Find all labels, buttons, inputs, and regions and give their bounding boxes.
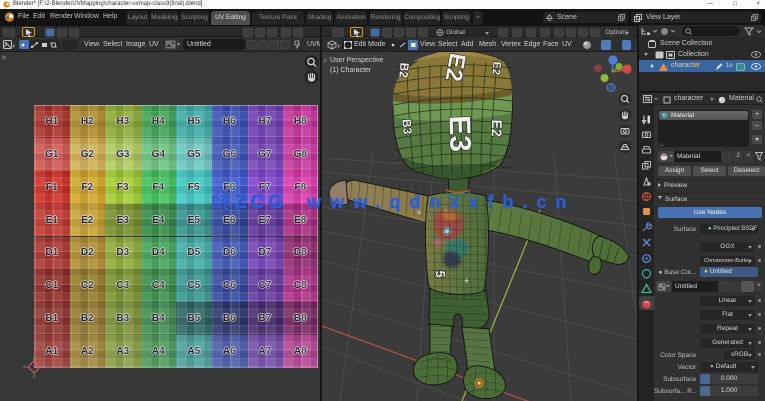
- svg-text:E2: E2: [441, 52, 471, 84]
- svg-text:E3: E3: [442, 115, 476, 153]
- svg-text:>: >: [323, 58, 327, 65]
- svg-text:+: +: [464, 276, 469, 286]
- svg-text:B2: B2: [396, 62, 411, 79]
- svg-text:(1) Character: (1) Character: [330, 67, 372, 74]
- svg-text:5: 5: [433, 270, 448, 278]
- svg-text:B3: B3: [399, 118, 414, 135]
- svg-text:E2: E2: [489, 61, 502, 75]
- svg-text:ZCG: ZCG: [235, 192, 287, 213]
- svg-text:E2: E2: [489, 119, 506, 137]
- svg-text:User Perspective: User Perspective: [330, 57, 383, 64]
